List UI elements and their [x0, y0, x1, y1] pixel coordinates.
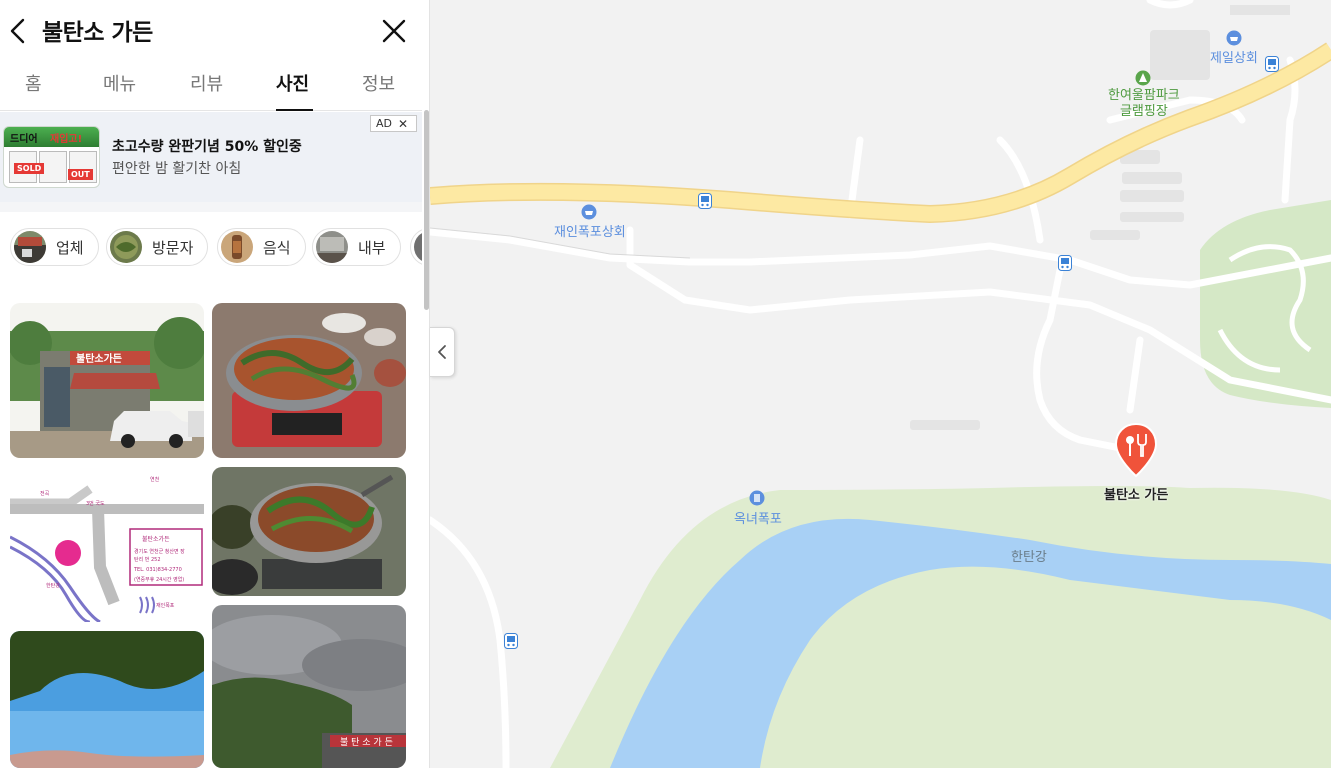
chip-more[interactable] — [410, 228, 422, 266]
shop-icon[interactable] — [1226, 30, 1242, 46]
map-box-line: 탄리 번 252 — [134, 556, 161, 563]
map-canvas[interactable]: 제일상회 한여울팜파크 글램핑장 재인폭포상회 옥녀폭포 한탄강 불탄소 가든 — [430, 0, 1331, 768]
visitor-thumb-icon — [110, 231, 142, 263]
panel-scrollbar[interactable] — [424, 110, 429, 310]
chevron-left-icon — [10, 18, 25, 44]
pin-label[interactable]: 불탄소 가든 — [1104, 484, 1168, 503]
ad-headline: 초고수량 완판기념 50% 할인중 — [112, 139, 302, 155]
chip-label: 업체 — [56, 238, 84, 257]
chip-visitor[interactable]: 방문자 — [106, 228, 209, 266]
shop-icon[interactable] — [581, 204, 597, 220]
chevron-left-icon — [438, 345, 446, 359]
place-title: 불탄소 가든 — [42, 20, 153, 46]
sign-text: 불 탄 소 가 든 — [340, 737, 393, 748]
chip-label: 방문자 — [152, 238, 194, 257]
chip-label: 음식 — [263, 238, 291, 257]
chip-label: 내부 — [358, 238, 386, 257]
map-label: 재인폭포 — [156, 602, 175, 609]
restaurant-pin-icon — [1114, 422, 1158, 478]
photo-hotpot[interactable] — [212, 303, 406, 458]
ad-out-label: OUT — [68, 169, 93, 180]
place-detail-panel: 불탄소 가든 홈 메뉴 리뷰 사진 정보 드디어 재입고! SOLD OUT 초… — [0, 0, 430, 768]
poi-label-okneo[interactable]: 옥녀폭포 — [734, 508, 782, 527]
map-box-line: (연중무휴 24시간 영업) — [134, 576, 184, 583]
poi-label-jaein[interactable]: 재인폭포상회 — [554, 221, 626, 240]
bus-stop-icon[interactable] — [1058, 255, 1072, 271]
ad-subline: 편안한 밤 활기찬 아침 — [112, 161, 242, 177]
tab-photos[interactable]: 사진 — [276, 70, 309, 96]
close-button[interactable] — [380, 17, 408, 45]
photo-hand-drawn-map[interactable]: 불탄소가든 경기도 연천군 청산면 장 탄리 번 252 TEL. 031)83… — [10, 467, 204, 622]
map-box-title: 불탄소가든 — [142, 535, 170, 543]
active-tab-indicator — [276, 109, 313, 111]
tab-menu[interactable]: 메뉴 — [103, 70, 136, 96]
storefront-thumb-icon — [14, 231, 46, 263]
poi-label-line: 한여울팜파크 — [1108, 88, 1180, 103]
photo-tree-sky[interactable] — [10, 631, 204, 768]
close-icon — [382, 19, 406, 43]
poi-label-glamping[interactable]: 한여울팜파크 글램핑장 — [1108, 88, 1180, 120]
more-thumb-icon — [414, 231, 422, 263]
chip-food[interactable]: 음식 — [217, 228, 306, 266]
map-label: 연천 — [150, 476, 160, 483]
chip-interior[interactable]: 내부 — [312, 228, 401, 266]
back-button[interactable] — [6, 16, 30, 46]
map-box-line: 경기도 연천군 청산면 장 — [134, 548, 185, 555]
poi-label-line: 글램핑장 — [1119, 104, 1168, 119]
tab-info[interactable]: 정보 — [362, 70, 395, 96]
section-divider — [0, 202, 422, 212]
collapse-panel-button[interactable] — [430, 327, 455, 377]
map-box-line: TEL. 031)834-2770 — [133, 567, 182, 573]
photo-category-chips: 업체 방문자 음식 내부 — [10, 228, 422, 266]
waterfall-icon[interactable] — [749, 490, 765, 506]
ad-thumb-text: 재입고! — [50, 134, 83, 145]
campsite-icon[interactable] — [1135, 70, 1151, 86]
bus-stop-icon[interactable] — [698, 193, 712, 209]
ad-badge: AD ✕ — [370, 115, 417, 132]
ad-close-icon[interactable]: ✕ — [398, 117, 408, 131]
panel-header: 불탄소 가든 — [0, 0, 429, 60]
poi-label-jeil[interactable]: 제일상회 — [1210, 47, 1258, 66]
tab-home[interactable]: 홈 — [25, 70, 42, 96]
tab-bar: 홈 메뉴 리뷰 사진 정보 — [0, 60, 422, 111]
interior-thumb-icon — [316, 231, 348, 263]
map-label: 한탄강 — [46, 582, 60, 589]
river-label-hantan: 한탄강 — [1011, 550, 1047, 565]
ad-thumbnail: 드디어 재입고! SOLD OUT — [3, 126, 100, 188]
map-label: 3번 국도 — [86, 500, 105, 507]
sign-text: 불탄소가든 — [76, 352, 122, 365]
ad-label: AD — [376, 117, 392, 130]
food-thumb-icon — [221, 231, 253, 263]
ad-sold-label: SOLD — [14, 163, 45, 174]
map-label: 전곡 — [40, 490, 50, 497]
photo-restaurant-exterior[interactable]: 불탄소가든 — [10, 303, 204, 458]
photo-spicy-stew[interactable] — [212, 467, 406, 596]
chip-business[interactable]: 업체 — [10, 228, 99, 266]
ad-thumb-text: 드디어 — [10, 134, 38, 145]
ad-banner[interactable]: 드디어 재입고! SOLD OUT 초고수량 완판기념 50% 할인중 편안한 … — [0, 112, 422, 202]
tab-reviews[interactable]: 리뷰 — [190, 70, 223, 96]
bus-stop-icon[interactable] — [1265, 56, 1279, 72]
restaurant-pin[interactable] — [1114, 422, 1158, 478]
photo-cloudy-building[interactable]: 불 탄 소 가 든 — [212, 605, 406, 768]
bus-stop-icon[interactable] — [504, 633, 518, 649]
